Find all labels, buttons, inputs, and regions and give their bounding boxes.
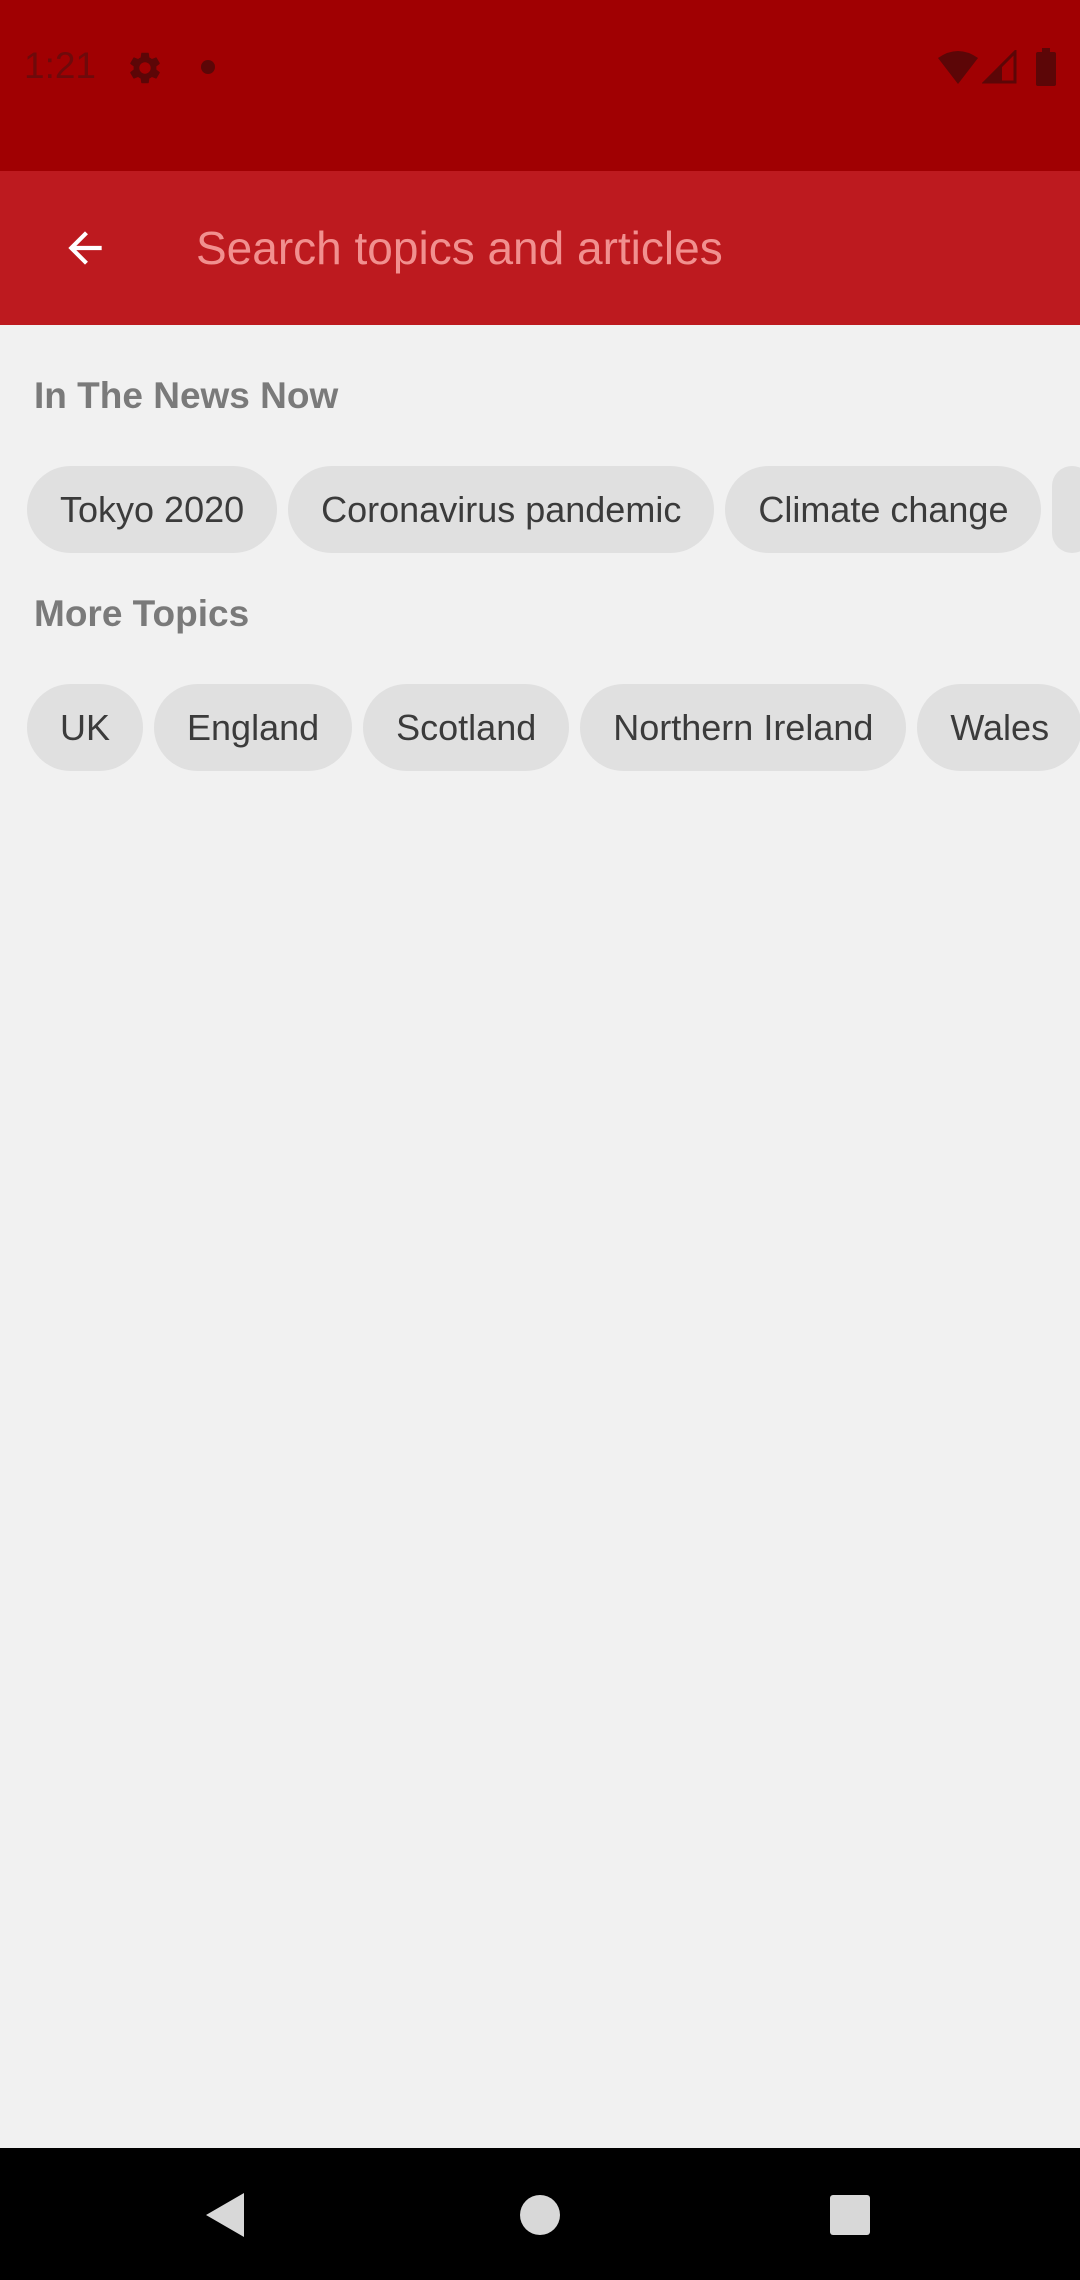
search-input[interactable]	[196, 213, 1036, 283]
battery-icon	[1036, 48, 1056, 86]
more-topic-chips: UK England Scotland Northern Ireland Wal…	[27, 684, 1080, 771]
topic-chip[interactable]: Coronavirus pandemic	[288, 466, 715, 553]
news-topic-chips: Tokyo 2020 Coronavirus pandemic Climate …	[27, 466, 1080, 553]
home-circle-icon[interactable]	[515, 2190, 565, 2240]
back-triangle-icon[interactable]	[200, 2190, 250, 2240]
topic-chip-partial[interactable]	[1052, 466, 1080, 553]
section-heading-more-topics: More Topics	[34, 593, 250, 634]
signal-icon	[982, 50, 1017, 84]
status-bar: 1:21	[0, 0, 1080, 171]
arrow-left-icon	[68, 231, 102, 265]
section-heading-in-the-news-now: In The News Now	[34, 375, 339, 416]
status-time: 1:21	[24, 45, 97, 86]
topic-chip[interactable]: Scotland	[363, 684, 570, 771]
topic-chip[interactable]: UK	[27, 684, 144, 771]
notification-dot-icon	[201, 60, 215, 74]
topic-chip[interactable]: Wales	[917, 684, 1080, 771]
topic-chip[interactable]: England	[154, 684, 353, 771]
search-app-bar	[0, 171, 1080, 325]
topic-chip[interactable]: Tokyo 2020	[27, 466, 278, 553]
back-button[interactable]	[40, 203, 130, 293]
recents-square-icon[interactable]	[825, 2190, 875, 2240]
topic-chip[interactable]: Northern Ireland	[580, 684, 907, 771]
wifi-icon	[938, 51, 978, 84]
topic-chip[interactable]: Climate change	[725, 466, 1042, 553]
gear-icon	[130, 52, 160, 84]
system-nav-bar	[0, 2148, 1080, 2280]
